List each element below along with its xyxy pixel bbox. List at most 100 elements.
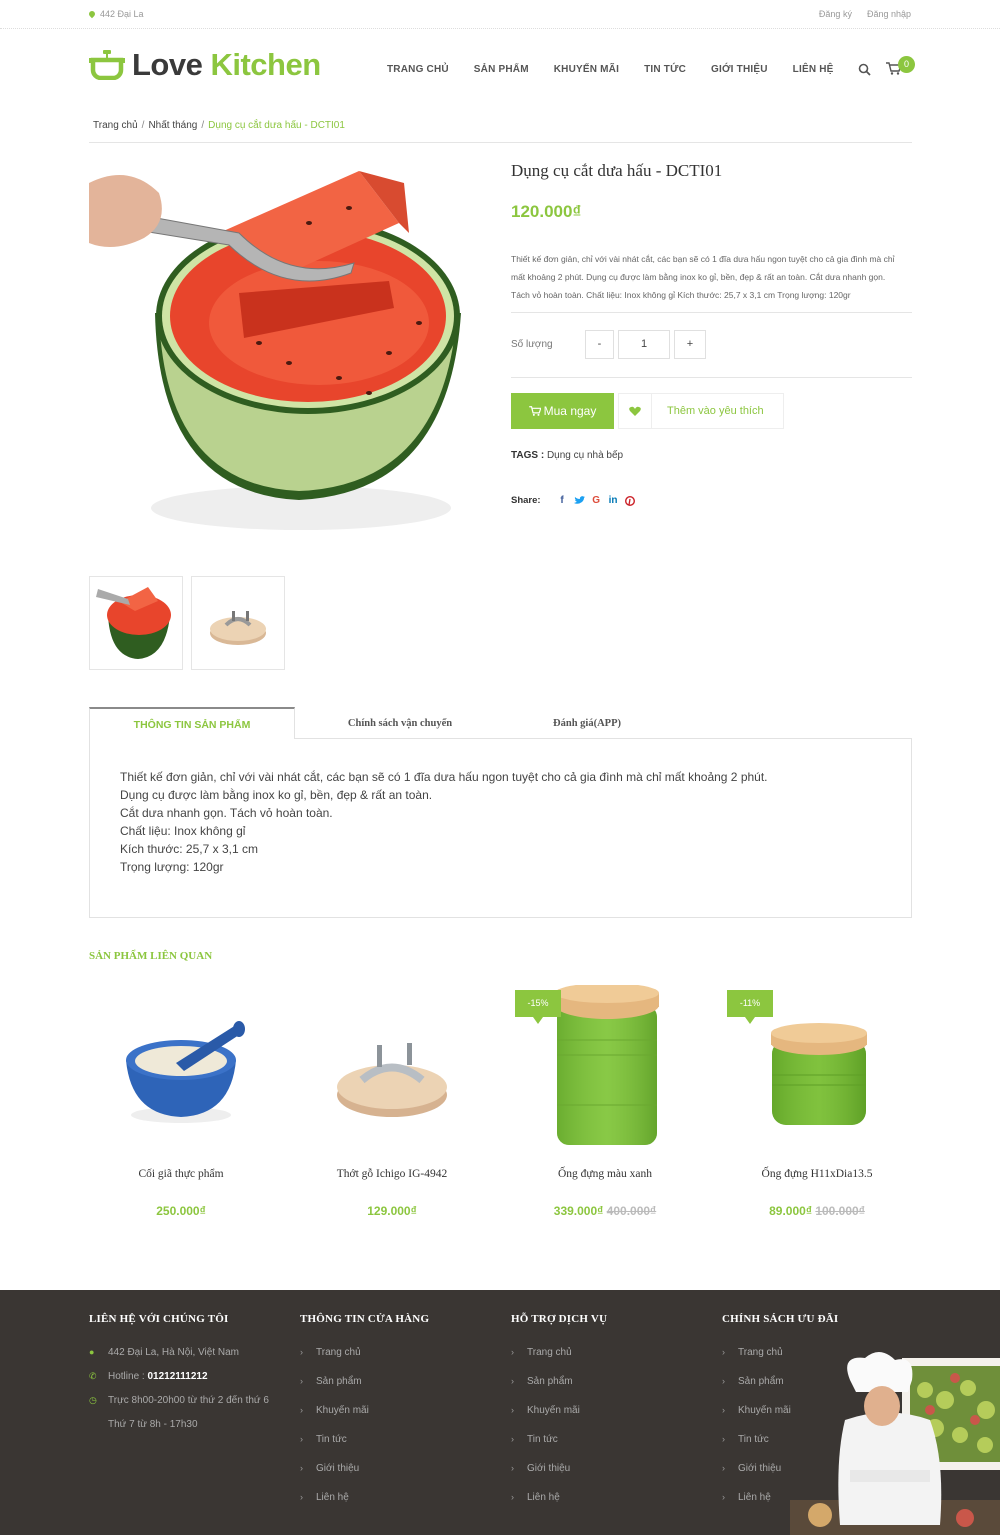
tab-content-line: Thiết kế đơn giản, chỉ với vài nhát cắt,…: [120, 770, 768, 784]
product-price-group: 89.000₫ 100.000₫: [717, 1204, 917, 1218]
google-plus-icon[interactable]: G: [591, 495, 602, 506]
register-link[interactable]: Đăng ký: [819, 9, 852, 19]
product-price: 120.000₫: [511, 202, 582, 221]
thumbnail-1[interactable]: [89, 576, 183, 670]
chevron-right-icon: ›: [722, 1376, 725, 1386]
chevron-right-icon: ›: [300, 1492, 303, 1502]
location-pin-icon: [87, 9, 97, 19]
tab-shipping-policy[interactable]: Chính sách vận chuyển: [297, 707, 503, 739]
product-name[interactable]: Thớt gỗ Ichigo IG-4942: [292, 1168, 492, 1180]
logo-kitchen: Kitchen: [210, 46, 321, 82]
related-product-card[interactable]: -11% Ống đựng H11xDia13.5 89.000₫ 100.00…: [717, 985, 917, 1225]
footer-link[interactable]: Sản phẩm: [527, 1376, 573, 1387]
cart-count-badge: 0: [898, 56, 915, 73]
footer-link[interactable]: Sản phẩm: [738, 1376, 784, 1387]
footer-link[interactable]: Tin tức: [316, 1434, 347, 1445]
product-name[interactable]: Ống đựng màu xanh: [505, 1168, 705, 1180]
logo[interactable]: Love Kitchen: [89, 48, 321, 80]
footer-hotline[interactable]: 01212111212: [147, 1371, 207, 1382]
footer-link[interactable]: Tin tức: [738, 1434, 769, 1445]
clock-icon: ◷: [89, 1395, 97, 1405]
footer-store-info-column: THÔNG TIN CỬA HÀNG › Trang chủ › Sản phẩm …: [300, 1313, 429, 1521]
wishlist-label: Thêm vào yêu thích: [667, 405, 764, 417]
nav-item-home[interactable]: TRANG CHỦ: [387, 64, 449, 75]
footer-link[interactable]: Giới thiệu: [527, 1463, 570, 1474]
footer-contact-title: LIÊN HỆ VỚI CHÚNG TÔI: [89, 1313, 229, 1325]
footer-link[interactable]: Khuyến mãi: [738, 1405, 791, 1416]
footer-hotline-label: Hotline :: [108, 1371, 145, 1382]
breadcrumb-divider: [89, 142, 912, 143]
tab-reviews[interactable]: Đánh giá(APP): [484, 707, 690, 739]
product-name[interactable]: Cối giã thực phẩm: [81, 1168, 281, 1180]
chevron-right-icon: ›: [511, 1405, 514, 1415]
footer-link[interactable]: Trang chủ: [316, 1347, 361, 1358]
linkedin-icon[interactable]: in: [608, 495, 619, 506]
nav-item-news[interactable]: TIN TỨC: [644, 64, 686, 75]
facebook-icon[interactable]: f: [557, 495, 568, 506]
nav-item-about[interactable]: GIỚI THIỆU: [711, 64, 768, 75]
breadcrumb-home[interactable]: Trang chủ: [93, 120, 138, 131]
related-product-card[interactable]: Thớt gỗ Ichigo IG-4942 129.000₫: [292, 985, 492, 1225]
footer-link[interactable]: Sản phẩm: [316, 1376, 362, 1387]
thumbnail-2[interactable]: [191, 576, 285, 670]
footer-link[interactable]: Khuyến mãi: [316, 1405, 369, 1416]
footer-link[interactable]: Trang chủ: [738, 1347, 783, 1358]
product-price: 129.000₫: [367, 1204, 417, 1218]
chevron-right-icon: ›: [722, 1347, 725, 1357]
add-to-wishlist-button[interactable]: Thêm vào yêu thích: [618, 393, 784, 429]
twitter-icon[interactable]: [573, 496, 585, 505]
nav-item-products[interactable]: SẢN PHẨM: [474, 64, 529, 75]
top-bar: 442 Đại La Đăng ký Đăng nhập: [0, 0, 1000, 29]
product-main-image[interactable]: [89, 163, 494, 563]
tab-content-line: Kích thước: 25,7 x 3,1 cm: [120, 842, 258, 856]
product-price-group: 339.000₫ 400.000₫: [505, 1204, 705, 1218]
login-link[interactable]: Đăng nhập: [867, 9, 911, 19]
footer-hours-weekday: Trực 8h00-20h00 từ thứ 2 đến thứ 6: [108, 1395, 269, 1406]
related-products-title: SẢN PHẨM LIÊN QUAN: [89, 950, 213, 962]
quantity-plus-button[interactable]: +: [674, 330, 706, 359]
footer-link[interactable]: Khuyến mãi: [527, 1405, 580, 1416]
footer-link[interactable]: Tin tức: [527, 1434, 558, 1445]
footer-column-title: THÔNG TIN CỬA HÀNG: [300, 1313, 430, 1325]
footer-link[interactable]: Giới thiệu: [316, 1463, 359, 1474]
pot-logo-icon: [89, 50, 125, 80]
buy-now-label: Mua ngay: [543, 404, 597, 418]
footer-column-title: CHÍNH SÁCH ƯU ĐÃI: [722, 1313, 839, 1325]
cart-icon: [528, 406, 542, 416]
chevron-right-icon: ›: [511, 1347, 514, 1357]
nav-item-contact[interactable]: LIÊN HỆ: [793, 64, 834, 75]
tag-link[interactable]: Dụng cụ nhà bếp: [547, 450, 623, 461]
footer-link[interactable]: Liên hệ: [316, 1492, 349, 1503]
chevron-right-icon: ›: [300, 1376, 303, 1386]
breadcrumb-category[interactable]: Nhất tháng: [148, 120, 197, 131]
tab-content-line: Trọng lượng: 120gr: [120, 860, 224, 874]
related-product-card[interactable]: -15% Ống đựng màu xanh 339.000₫ 400.000₫: [505, 985, 705, 1225]
tab-product-info[interactable]: THÔNG TIN SẢN PHẨM: [89, 707, 295, 739]
cutting-board-thumbnail-image: [210, 611, 266, 645]
divider: [511, 312, 912, 313]
breadcrumb-current: Dụng cụ cắt dưa hấu - DCTI01: [208, 120, 345, 131]
pinterest-icon[interactable]: [624, 495, 635, 506]
chevron-right-icon: ›: [511, 1434, 514, 1444]
watermelon-thumbnail-image: [96, 587, 171, 659]
buy-now-button[interactable]: Mua ngay: [511, 393, 614, 429]
tab-content-line: Chất liệu: Inox không gỉ: [120, 824, 246, 838]
quantity-input[interactable]: 1: [618, 330, 670, 359]
footer-link[interactable]: Liên hệ: [527, 1492, 560, 1503]
footer-link[interactable]: Trang chủ: [527, 1347, 572, 1358]
quantity-label: Số lượng: [511, 339, 553, 350]
quantity-minus-button[interactable]: -: [585, 330, 614, 359]
footer-link[interactable]: Giới thiệu: [738, 1463, 781, 1474]
nav-item-promotions[interactable]: KHUYẾN MÃI: [554, 64, 619, 75]
cutting-board-image: [337, 1043, 447, 1117]
search-icon[interactable]: [858, 63, 871, 76]
location-pin-icon: ●: [89, 1347, 95, 1357]
product-price: 89.000₫: [769, 1204, 812, 1218]
chevron-right-icon: ›: [300, 1463, 303, 1473]
footer-link[interactable]: Liên hệ: [738, 1492, 771, 1503]
related-product-card[interactable]: Cối giã thực phẩm 250.000₫: [81, 985, 281, 1225]
product-price: 339.000₫: [553, 1204, 604, 1218]
product-name[interactable]: Ống đựng H11xDia13.5: [717, 1168, 917, 1180]
product-old-price: 100.000₫: [815, 1204, 865, 1218]
chevron-right-icon: ›: [300, 1347, 303, 1357]
